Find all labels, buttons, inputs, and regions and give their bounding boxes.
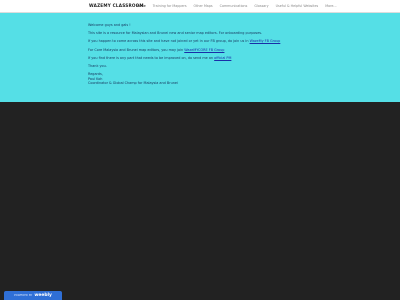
wazemycore-fb-group-link[interactable]: WazeMYCORE FB Group xyxy=(184,48,224,52)
powered-by-weebly-badge[interactable]: POWERED BY weebly xyxy=(4,291,62,300)
weebly-logo: weebly xyxy=(34,293,52,298)
core-group-text: For Core Malaysia and Brunei map editors… xyxy=(88,47,185,52)
main-nav: Home Training for Mappers Other Maps Com… xyxy=(136,4,337,8)
greeting-text: Welcome guys and gals ! xyxy=(88,23,131,27)
signature-role: Coordinator & Global Champ for Malaysia … xyxy=(88,81,178,86)
fb-group-paragraph: If you happen to come across this site a… xyxy=(88,39,318,43)
thanks-text: Thank you. xyxy=(88,64,107,69)
fb-group-text: If you happen to come across this site a… xyxy=(88,39,250,44)
nav-item-useful-helpful-websites[interactable]: Useful & Helpful Websites xyxy=(276,4,319,8)
wazemy-fb-group-link[interactable]: WazeMy FB Group xyxy=(250,39,281,43)
feedback-text: If you find there is any part that needs… xyxy=(88,55,215,60)
nav-item-more[interactable]: More... xyxy=(325,4,336,8)
welcome-text-block: Welcome guys and gals ! This site is a r… xyxy=(88,23,318,85)
nav-item-training-for-mappers[interactable]: Training for Mappers xyxy=(153,4,187,8)
powered-by-label: POWERED BY xyxy=(14,294,33,297)
official-pm-link[interactable]: official PM xyxy=(214,56,231,60)
feedback-paragraph: If you find there is any part that needs… xyxy=(88,56,318,60)
nav-item-glossary[interactable]: Glossary xyxy=(254,4,268,8)
nav-item-home[interactable]: Home xyxy=(136,4,146,8)
nav-item-other-maps[interactable]: Other Maps xyxy=(194,4,213,8)
intro-paragraph: This site is a resource for Malaysian an… xyxy=(88,31,263,36)
core-group-paragraph: For Core Malaysia and Brunei map editors… xyxy=(88,48,318,52)
top-navigation-bar: WAZEMY CLASSROOM Home Training for Mappe… xyxy=(0,0,400,13)
nav-item-communications[interactable]: Communications xyxy=(220,4,248,8)
main-content-section: Welcome guys and gals ! This site is a r… xyxy=(0,13,400,102)
